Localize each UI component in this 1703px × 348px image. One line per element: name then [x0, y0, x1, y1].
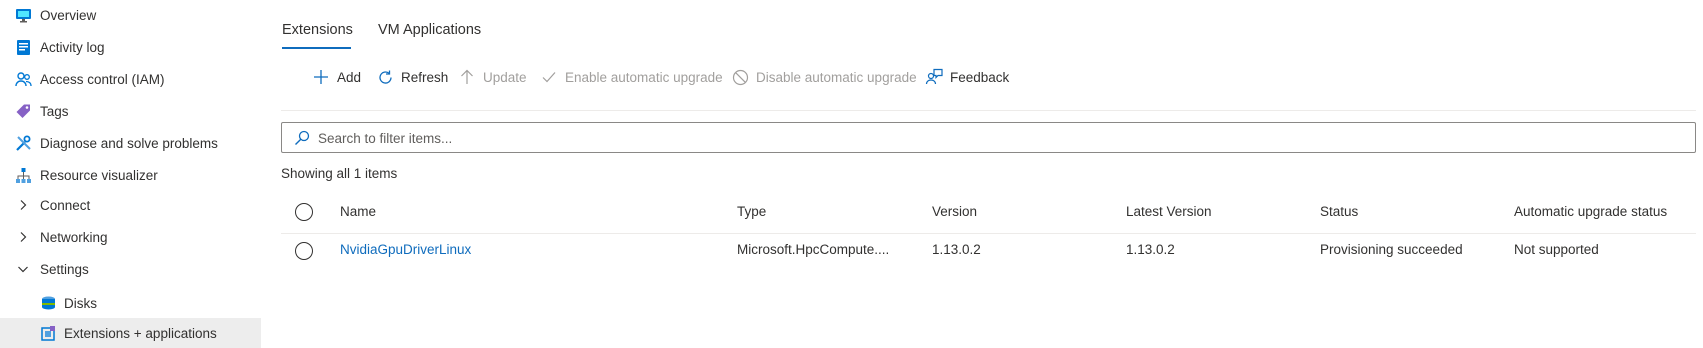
- sidebar-item-tags[interactable]: Tags: [0, 96, 261, 126]
- feedback-icon: [925, 68, 943, 86]
- sidebar-item-label: Disks: [64, 295, 97, 311]
- update-button[interactable]: Update: [458, 66, 527, 88]
- add-button-label: Add: [337, 69, 362, 85]
- column-header-latest-version[interactable]: Latest Version: [1126, 204, 1212, 219]
- sidebar-item-label: Resource visualizer: [40, 167, 158, 183]
- log-icon: [15, 39, 32, 56]
- feedback-button[interactable]: Feedback: [925, 66, 1009, 88]
- tab-extensions[interactable]: Extensions: [282, 22, 353, 38]
- select-all-radio[interactable]: [295, 203, 313, 221]
- sidebar-item-settings[interactable]: Settings: [0, 254, 261, 284]
- sidebar-item-resource-visualizer[interactable]: Resource visualizer: [0, 160, 261, 190]
- column-header-automatic-upgrade-status[interactable]: Automatic upgrade status: [1514, 204, 1667, 219]
- search-box[interactable]: [281, 122, 1696, 153]
- column-header-type[interactable]: Type: [737, 204, 766, 219]
- add-button[interactable]: Add: [312, 66, 361, 88]
- sidebar-item-label: Access control (IAM): [40, 71, 165, 87]
- sidebar-item-activity-log[interactable]: Activity log: [0, 32, 261, 62]
- chevron-right-icon: [17, 199, 29, 211]
- items-count: Showing all 1 items: [281, 166, 398, 181]
- extension-type: Microsoft.HpcCompute....: [737, 242, 890, 257]
- toolbar-divider: [281, 110, 1696, 111]
- arrow-up-icon: [458, 68, 476, 86]
- tab-selected-indicator: [282, 47, 351, 49]
- chevron-right-icon: [17, 231, 29, 243]
- sidebar-item-label: Overview: [40, 7, 97, 23]
- checkmark-icon: [540, 68, 558, 86]
- prohibited-icon: [731, 68, 749, 86]
- sidebar-item-label: Activity log: [40, 39, 105, 55]
- tab-vm-applications[interactable]: VM Applications: [378, 22, 481, 38]
- search-icon: [294, 130, 310, 146]
- chevron-down-icon: [17, 263, 29, 275]
- monitor-icon: [15, 7, 32, 24]
- extension-version: 1.13.0.2: [932, 242, 981, 257]
- people-icon: [15, 71, 32, 88]
- sidebar-item-connect[interactable]: Connect: [0, 190, 261, 220]
- disk-icon: [40, 295, 57, 312]
- sidebar: Overview Activity log Access control (IA…: [0, 0, 261, 348]
- sidebar-item-access-control[interactable]: Access control (IAM): [0, 64, 261, 94]
- sidebar-item-disks[interactable]: Disks: [0, 288, 261, 318]
- tag-icon: [15, 103, 32, 120]
- table-header-divider: [281, 233, 1696, 234]
- hierarchy-icon: [15, 167, 32, 184]
- wrench-icon: [15, 135, 32, 152]
- column-header-status[interactable]: Status: [1320, 204, 1358, 219]
- sidebar-item-label: Settings: [40, 261, 89, 277]
- enable-automatic-upgrade-button[interactable]: Enable automatic upgrade: [540, 66, 723, 88]
- sidebar-item-overview[interactable]: Overview: [0, 0, 261, 30]
- feedback-button-label: Feedback: [950, 69, 1010, 85]
- sidebar-item-diagnose[interactable]: Diagnose and solve problems: [0, 128, 261, 158]
- update-button-label: Update: [483, 69, 527, 85]
- refresh-button-label: Refresh: [401, 69, 449, 85]
- disable-automatic-upgrade-button[interactable]: Disable automatic upgrade: [731, 66, 917, 88]
- column-header-version[interactable]: Version: [932, 204, 977, 219]
- sidebar-item-networking[interactable]: Networking: [0, 222, 261, 252]
- sidebar-item-label: Networking: [40, 229, 108, 245]
- column-header-name[interactable]: Name: [340, 204, 376, 219]
- extension-auto-upgrade-status: Not supported: [1514, 242, 1599, 257]
- extension-status: Provisioning succeeded: [1320, 242, 1463, 257]
- refresh-button[interactable]: Refresh: [376, 66, 448, 88]
- sidebar-item-label: Diagnose and solve problems: [40, 135, 218, 151]
- row-select-radio[interactable]: [295, 242, 313, 260]
- sidebar-item-label: Tags: [40, 103, 69, 119]
- search-input[interactable]: [318, 127, 1678, 149]
- extension-name-link[interactable]: NvidiaGpuDriverLinux: [340, 242, 471, 257]
- refresh-icon: [376, 68, 394, 86]
- extension-icon: [40, 325, 57, 342]
- disable-automatic-upgrade-label: Disable automatic upgrade: [756, 69, 917, 85]
- sidebar-item-extensions[interactable]: Extensions + applications: [0, 318, 261, 348]
- plus-icon: [312, 68, 330, 86]
- enable-automatic-upgrade-label: Enable automatic upgrade: [565, 69, 723, 85]
- sidebar-item-label: Extensions + applications: [64, 325, 217, 341]
- sidebar-item-label: Connect: [40, 197, 91, 213]
- extension-latest-version: 1.13.0.2: [1126, 242, 1175, 257]
